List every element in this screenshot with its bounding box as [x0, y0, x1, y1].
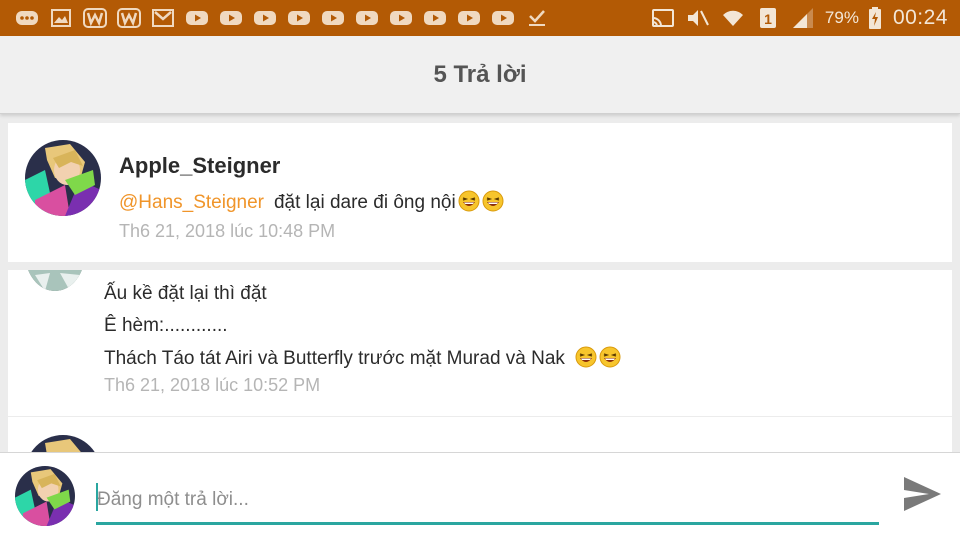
comment-line: Ê hèm:............ [104, 315, 228, 336]
battery-charging-icon [868, 7, 882, 29]
gmail-icon [150, 7, 176, 29]
laughing-emoji-icon [599, 346, 621, 368]
cast-icon [650, 7, 676, 29]
youtube-icon [456, 7, 482, 29]
comment-timestamp: Th6 21, 2018 lúc 10:52 PM [104, 375, 321, 395]
status-bar: 1 79% 00:24 [0, 0, 960, 36]
avatar[interactable] [25, 435, 101, 453]
system-icons: 1 79% 00:24 [650, 6, 948, 30]
comment-line: Thách Táo tát Airi và Butterfly trước mặ… [104, 348, 565, 369]
send-icon [904, 477, 941, 511]
send-button[interactable] [900, 472, 944, 516]
clock: 00:24 [892, 6, 948, 29]
youtube-icon [388, 7, 414, 29]
reply-input[interactable] [96, 477, 879, 525]
wattpad-icon [82, 7, 108, 29]
comment-card[interactable]: Ấu kề đặt lại thì đặt Ê hèm:............… [8, 270, 952, 416]
mention-link[interactable]: @Hans_Steigner [119, 192, 264, 213]
text-cursor [96, 483, 98, 511]
youtube-icon [320, 7, 346, 29]
comment-body: @Hans_Steigner đặt lại dare đi ông nội [119, 190, 504, 214]
wifi-icon [720, 7, 746, 29]
comment-author[interactable]: Apple_Steigner [119, 153, 280, 179]
laughing-emoji-icon [482, 190, 504, 212]
reply-composer [0, 452, 960, 540]
wattpad-icon [116, 7, 142, 29]
comment-timestamp: Th6 21, 2018 lúc 10:48 PM [119, 221, 336, 241]
laughing-emoji-icon [575, 346, 597, 368]
gallery-icon [48, 7, 74, 29]
comment-line: Ấu kề đặt lại thì đặt [104, 283, 267, 304]
mute-icon [685, 7, 711, 29]
comment-text: đặt lại dare đi ông nội [273, 192, 456, 213]
avatar[interactable] [25, 270, 85, 291]
youtube-icon [286, 7, 312, 29]
youtube-icon [218, 7, 244, 29]
app-header: 5 Trả lời [0, 36, 960, 114]
youtube-icon [252, 7, 278, 29]
youtube-icon [184, 7, 210, 29]
battery-percent: 79% [824, 8, 859, 27]
sim-icon: 1 [755, 7, 781, 29]
message-icon [14, 7, 40, 29]
youtube-icon [422, 7, 448, 29]
signal-icon [790, 7, 816, 29]
comment-body: Thách Táo tát Airi và Butterfly trước mặ… [104, 346, 621, 370]
page-title: 5 Trả lời [433, 60, 527, 88]
download-done-icon [524, 7, 550, 29]
comment-card[interactable] [8, 417, 952, 453]
avatar[interactable] [25, 140, 101, 216]
youtube-icon [354, 7, 380, 29]
youtube-icon [490, 7, 516, 29]
laughing-emoji-icon [458, 190, 480, 212]
avatar[interactable] [15, 466, 75, 526]
notification-icons [14, 7, 550, 29]
sim-label: 1 [764, 11, 772, 27]
comment-card[interactable]: Apple_Steigner @Hans_Steigner đặt lại dar… [8, 123, 952, 262]
